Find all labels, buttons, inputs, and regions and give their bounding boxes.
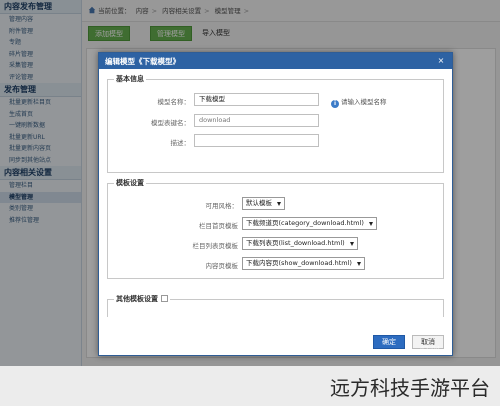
other-template-checkbox[interactable] <box>161 295 168 302</box>
list-template-label: 栏目列表页模板 <box>192 242 239 250</box>
close-icon[interactable]: × <box>436 55 446 66</box>
model-name-label: 模型名称： <box>157 98 191 106</box>
description-row: 描述： <box>108 135 191 149</box>
style-select-value: 默认模板 <box>246 199 272 207</box>
list-template-value: 下载列表页(list_download.html) <box>246 239 345 247</box>
template-settings-legend: 模板设置 <box>114 178 146 188</box>
list-template-select[interactable]: 下载列表页(list_download.html) <box>242 237 358 250</box>
category-template-row: 栏目首页模板 <box>108 218 238 232</box>
show-template-label: 内容页模板 <box>205 262 239 270</box>
chevron-down-icon <box>349 242 354 246</box>
other-template-legend: 其他模板设置 <box>114 294 170 304</box>
template-settings-fieldset: 模板设置 可用风格： 默认模板 栏目首页模板 下载频道页(category_do… <box>107 178 444 279</box>
confirm-button[interactable]: 确定 <box>373 335 405 349</box>
basic-info-fieldset: 基本信息 模型名称： 下载模型 i 请输入模型名称 模型表键名： download… <box>107 74 444 173</box>
watermark: 远方科技手游平台 <box>330 376 490 400</box>
show-template-value: 下载内容页(show_download.html) <box>246 259 352 267</box>
other-template-legend-text: 其他模板设置 <box>116 295 158 303</box>
table-name-label: 模型表键名： <box>151 119 190 127</box>
dialog-title: 编辑模型《下载模型》 <box>105 57 180 66</box>
chevron-down-icon <box>277 202 281 206</box>
timestamp-text: 42:04 <box>420 345 441 353</box>
description-input[interactable] <box>194 134 319 147</box>
model-name-hint-text: 请输入模型名称 <box>341 98 387 106</box>
style-row: 可用风格： <box>108 198 239 212</box>
dialog-body: 基本信息 模型名称： 下载模型 i 请输入模型名称 模型表键名： download… <box>99 69 452 317</box>
list-template-row: 栏目列表页模板 <box>108 238 239 252</box>
other-template-fieldset: 其他模板设置 <box>107 294 444 317</box>
dialog-header: 编辑模型《下载模型》 × <box>99 53 452 69</box>
description-label: 描述： <box>170 139 191 147</box>
category-template-label: 栏目首页模板 <box>199 222 238 230</box>
dialog-footer: 确定 取消 <box>99 329 452 355</box>
show-template-row: 内容页模板 <box>108 258 239 272</box>
edit-model-dialog: 编辑模型《下载模型》 × 基本信息 模型名称： 下载模型 i 请输入模型名称 模型… <box>98 52 453 356</box>
model-name-input[interactable]: 下载模型 <box>194 93 319 106</box>
table-name-input[interactable]: download <box>194 114 319 127</box>
chevron-down-icon <box>356 262 361 266</box>
table-name-row: 模型表键名： <box>108 115 190 129</box>
show-template-select[interactable]: 下载内容页(show_download.html) <box>242 257 365 270</box>
chevron-down-icon <box>368 222 373 226</box>
basic-info-legend: 基本信息 <box>114 74 146 84</box>
style-select[interactable]: 默认模板 <box>242 197 285 210</box>
info-icon: i <box>331 100 339 108</box>
category-template-value: 下载频道页(category_download.html) <box>246 219 364 227</box>
model-name-hint: i 请输入模型名称 <box>331 96 387 108</box>
model-name-row: 模型名称： <box>108 94 191 108</box>
category-template-select[interactable]: 下载频道页(category_download.html) <box>242 217 377 230</box>
style-label: 可用风格： <box>205 202 239 210</box>
